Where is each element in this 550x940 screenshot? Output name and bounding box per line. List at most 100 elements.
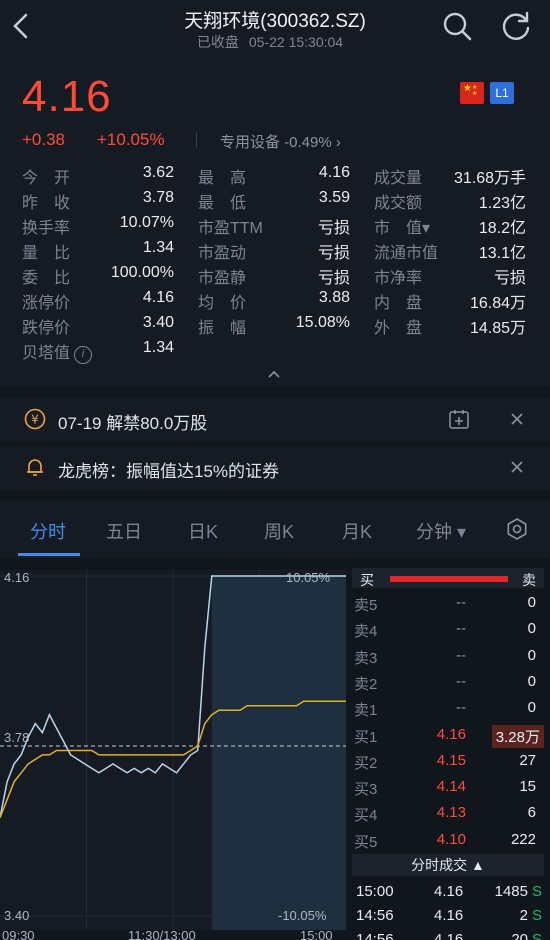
level-price: -- bbox=[456, 699, 466, 717]
stat-value: 亏损 bbox=[317, 270, 350, 287]
refresh-icon[interactable] bbox=[500, 10, 532, 42]
stat-label: 市净率 bbox=[374, 270, 423, 287]
price-change: +0.38 bbox=[22, 130, 66, 149]
stat-value: 16.84万 bbox=[469, 295, 526, 312]
tick-side-flag: S bbox=[531, 907, 542, 924]
tab-minute[interactable]: 分钟 ▾ bbox=[416, 518, 466, 544]
market-status: 已收盘 bbox=[196, 34, 239, 50]
unlock-notice[interactable]: ¥ 07-19 解禁80.0万股 bbox=[0, 398, 550, 442]
stat-value: 1.23亿 bbox=[478, 195, 526, 212]
stat-label: 成交额 bbox=[374, 195, 423, 212]
level-volume: 0 bbox=[527, 620, 536, 638]
stat-label: 成交量 bbox=[374, 170, 423, 187]
tab-intraday[interactable]: 分时 bbox=[30, 518, 66, 544]
close-icon[interactable] bbox=[508, 410, 526, 428]
bid-row[interactable]: 买3 4.14 15 bbox=[352, 774, 550, 800]
close-icon[interactable] bbox=[508, 458, 526, 476]
stat-value: 100.00% bbox=[110, 264, 174, 281]
stat-label: 振 幅 bbox=[198, 320, 247, 337]
stat-label: 外 盘 bbox=[374, 320, 423, 337]
collapse-chevron-icon[interactable] bbox=[264, 368, 284, 380]
x-axis-mid: 11:30/13:00 bbox=[128, 928, 196, 940]
buy-label: 买 bbox=[360, 572, 374, 588]
stat-label: 均 价 bbox=[198, 295, 247, 312]
level-name: 卖4 bbox=[354, 623, 378, 641]
tick-row: 15:00 4.16 1485 S bbox=[352, 880, 550, 904]
level-name: 卖3 bbox=[354, 649, 378, 667]
level-name: 卖5 bbox=[354, 597, 378, 614]
tick-volume: 20 bbox=[511, 931, 528, 940]
level-name: 买4 bbox=[354, 807, 378, 825]
tick-price: 4.16 bbox=[434, 883, 464, 900]
stat-label: 量 比 bbox=[22, 245, 71, 262]
x-axis-end: 15:00 bbox=[300, 928, 333, 940]
x-axis-start: 09:30 bbox=[2, 928, 35, 940]
tick-volume: 2 bbox=[519, 907, 528, 924]
intraday-chart[interactable]: 4.16 10.05% 3.78 3.40 -10.05% 09:30 11:3… bbox=[0, 566, 348, 940]
stat-label: 市 值▾ bbox=[374, 220, 431, 237]
stat-value: 1.34 bbox=[142, 339, 174, 356]
tab-daily-k[interactable]: 日K bbox=[188, 518, 218, 544]
stat-value: 4.16 bbox=[318, 164, 350, 181]
stat-value: 3.88 bbox=[318, 289, 350, 306]
gear-icon[interactable] bbox=[506, 518, 528, 540]
level-volume: 6 bbox=[527, 804, 536, 822]
bid-row[interactable]: 买1 4.16 3.28万 bbox=[352, 722, 550, 748]
bid-row[interactable]: 买4 4.13 6 bbox=[352, 800, 550, 826]
china-flag-icon: ★ ★ ★ bbox=[460, 82, 484, 104]
stat-value: 3.59 bbox=[318, 189, 350, 206]
quote-panel: 4.16 +0.38 +10.05% 专用设备 -0.49% › ★ ★ ★ L1 … bbox=[0, 56, 550, 386]
order-book: 买 卖 卖5 -- 0 卖4 -- 0 卖3 -- 0 卖2 -- 0 卖1 -- 0 买1 4.16 3.28万… bbox=[352, 566, 550, 940]
last-price: 4.16 bbox=[22, 72, 112, 121]
tab-weekly-k[interactable]: 周K bbox=[264, 518, 294, 544]
tab-monthly-k[interactable]: 月K bbox=[342, 518, 372, 544]
tick-time: 15:00 bbox=[356, 883, 394, 900]
stat-value: 亏损 bbox=[317, 220, 350, 237]
dragon-tiger-notice[interactable]: 龙虎榜：振幅值达15%的证券 bbox=[0, 446, 550, 490]
tick-volume: 1485 bbox=[494, 883, 528, 900]
ask-row[interactable]: 卖5 -- 0 bbox=[352, 590, 550, 616]
sector-link[interactable]: 专用设备 -0.49% › bbox=[220, 131, 341, 152]
stat-value: 18.2亿 bbox=[478, 220, 526, 237]
svg-text:¥: ¥ bbox=[31, 413, 39, 427]
stat-label: 市盈静 bbox=[198, 270, 247, 287]
level-name: 买3 bbox=[354, 781, 378, 799]
search-icon[interactable] bbox=[441, 10, 473, 42]
header-bar: 天翔环境(300362.SZ) 已收盘 05-22 15:30:04 bbox=[0, 0, 550, 56]
level-price: 4.15 bbox=[436, 751, 466, 769]
ask-row[interactable]: 卖1 -- 0 bbox=[352, 695, 550, 721]
notice-text: 07-19 解禁80.0万股 bbox=[58, 414, 208, 433]
tab-five-day[interactable]: 五日 bbox=[106, 518, 142, 544]
info-icon[interactable]: i bbox=[74, 346, 93, 364]
stat-value: 15.08% bbox=[295, 314, 350, 331]
stat-value: 31.68万手 bbox=[453, 170, 526, 187]
ticks-header[interactable]: 分时成交 ▲ bbox=[352, 854, 544, 876]
ask-row[interactable]: 卖2 -- 0 bbox=[352, 669, 550, 695]
price-change-percent: +10.05% bbox=[97, 130, 165, 149]
y-axis-high: 4.16 bbox=[4, 570, 30, 585]
level-name: 买1 bbox=[354, 728, 378, 746]
stat-label: 涨停价 bbox=[22, 295, 71, 312]
level-name: 卖2 bbox=[354, 675, 378, 693]
level-price: -- bbox=[456, 594, 466, 611]
stat-label: 最 高 bbox=[198, 170, 247, 187]
ask-row[interactable]: 卖3 -- 0 bbox=[352, 643, 550, 669]
level-volume: 0 bbox=[527, 699, 536, 717]
stat-value: 亏损 bbox=[493, 270, 526, 287]
stat-label: 流通市值 bbox=[374, 245, 439, 262]
tick-time: 14:56 bbox=[356, 907, 394, 924]
bid-row[interactable]: 买2 4.15 27 bbox=[352, 748, 550, 774]
level-name: 买2 bbox=[354, 754, 378, 772]
y-axis-high-pct: 10.05% bbox=[286, 570, 331, 585]
level-badge[interactable]: L1 bbox=[490, 82, 514, 104]
tick-row: 14:56 4.16 20 S bbox=[352, 928, 550, 940]
ask-row[interactable]: 卖4 -- 0 bbox=[352, 616, 550, 642]
stat-label: 市盈TTM bbox=[198, 220, 263, 237]
stat-value: 1.34 bbox=[142, 239, 174, 256]
add-calendar-icon[interactable] bbox=[448, 408, 470, 430]
y-axis-low-pct: -10.05% bbox=[278, 908, 327, 923]
bid-row[interactable]: 买5 4.10 222 bbox=[352, 827, 550, 853]
buy-sell-ratio-bar: 买 卖 bbox=[352, 568, 544, 588]
limit-up-area bbox=[211, 576, 346, 930]
tick-side-flag: S bbox=[531, 931, 542, 940]
